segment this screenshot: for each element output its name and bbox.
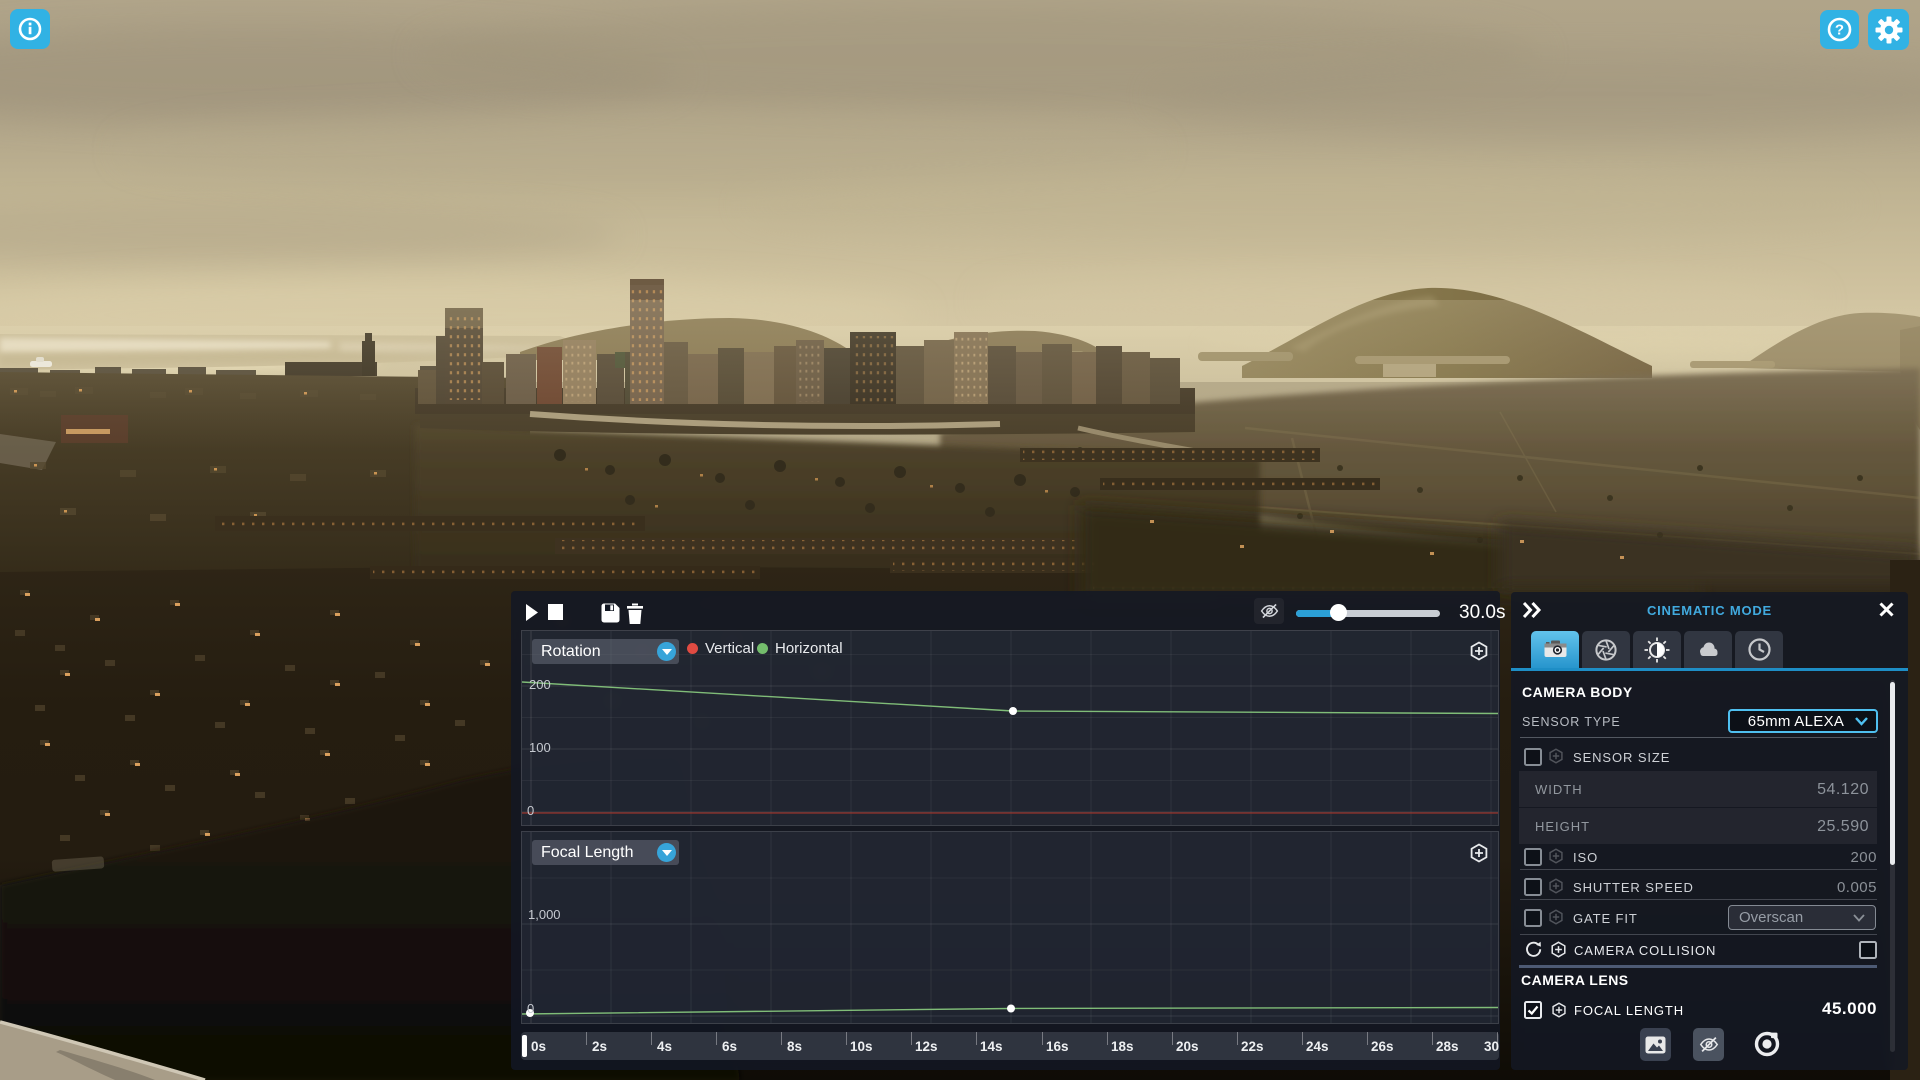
svg-text:?: ? [1835, 22, 1844, 39]
